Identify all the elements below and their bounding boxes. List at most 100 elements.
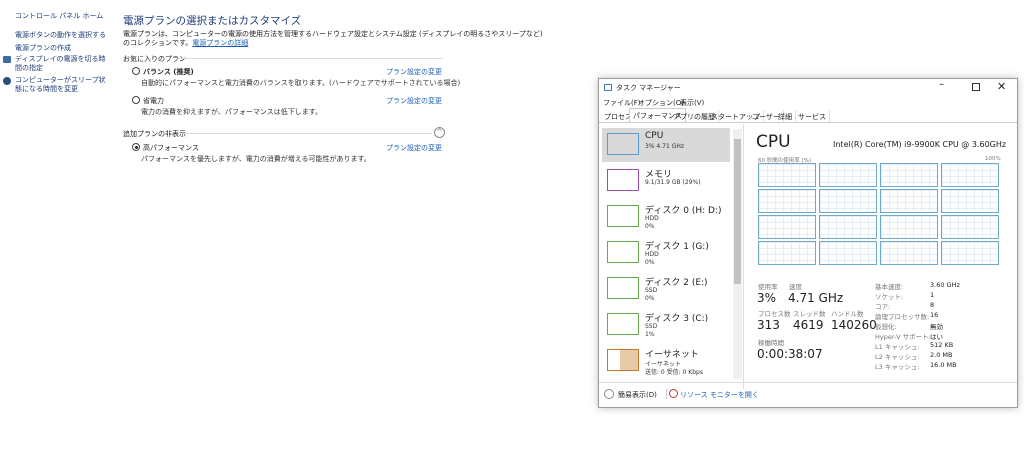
core-graph xyxy=(941,163,999,187)
pane-divider xyxy=(743,124,744,389)
change-plan-link-saver[interactable]: プラン設定の変更 xyxy=(386,96,442,106)
resource-thumbnail xyxy=(607,169,639,191)
resource-item[interactable]: CPU 3% 4.71 GHz xyxy=(602,128,730,162)
spec-label: ソケット: xyxy=(875,293,904,301)
resource-monitor-icon xyxy=(669,389,678,398)
resource-item[interactable]: イーサネット イーサネット 送信: 0 受信: 0 Kbps xyxy=(602,344,730,378)
radio-balanced[interactable] xyxy=(132,67,140,75)
resource-thumbnail xyxy=(607,241,639,263)
spec-value: 512 KB xyxy=(930,341,954,349)
divider xyxy=(599,382,1017,383)
change-plan-link-high[interactable]: プラン設定の変更 xyxy=(386,143,442,153)
resource-sub2: 送信: 0 受信: 0 Kbps xyxy=(645,369,703,376)
display-icon xyxy=(3,56,11,63)
core-graph xyxy=(880,189,938,213)
divider xyxy=(178,58,443,59)
plan-desc: 電力の消費を抑えますが、パフォーマンスは低下します。 xyxy=(141,108,323,116)
plan-details-link[interactable]: 電源プランの詳細 xyxy=(192,39,248,47)
maximize-button[interactable] xyxy=(972,83,980,91)
resource-monitor-link[interactable]: リソース モニターを開く xyxy=(680,390,759,400)
sidebar-item-power-button[interactable]: 電源ボタンの動作を選択する xyxy=(15,30,106,40)
spec-value: 3.60 GHz xyxy=(930,281,960,289)
spec-value: はい xyxy=(930,333,943,341)
core-graph xyxy=(758,215,816,239)
resource-item[interactable]: メモリ 9.1/31.9 GB (29%) xyxy=(602,164,730,198)
core-graph xyxy=(819,241,877,265)
close-button[interactable]: ✕ xyxy=(997,80,1006,93)
page-title: 電源プランの選択またはカスタマイズ xyxy=(123,15,302,27)
task-manager-window: タスク マネージャー – ✕ ファイル(F) オプション(O) 表示(V) プロ… xyxy=(598,78,1018,408)
sidebar-item-create-plan[interactable]: 電源プランの作成 xyxy=(15,43,71,53)
plan-name: 高パフォーマンス xyxy=(143,144,199,152)
spec-value: 16.0 MB xyxy=(930,361,957,369)
resource-thumbnail xyxy=(607,133,639,155)
plan-high-performance[interactable]: 高パフォーマンス xyxy=(132,143,199,153)
uptime-value: 0:00:38:07 xyxy=(757,347,823,361)
resource-sub: HDD xyxy=(645,215,659,222)
menu-options[interactable]: オプション(O) xyxy=(638,98,684,108)
hidden-plans-header: 追加プランの非表示 xyxy=(123,130,186,138)
resource-sub: SSD xyxy=(645,323,658,330)
spec-label: Hyper-V サポート: xyxy=(875,333,931,341)
menu-view[interactable]: 表示(V) xyxy=(680,98,704,108)
spec-value: 2.0 MB xyxy=(930,351,953,359)
sidebar-item-display-off[interactable]: ディスプレイの電源を切る時間の指定 xyxy=(15,55,107,73)
resource-item[interactable]: ディスク 2 (E:) SSD 0% xyxy=(602,272,730,306)
resource-sub2: 0% xyxy=(645,295,655,302)
control-panel-home-link[interactable]: コントロール パネル ホーム xyxy=(15,11,103,21)
resource-item[interactable]: ディスク 1 (G:) HDD 0% xyxy=(602,236,730,270)
threads-label: スレッド数 xyxy=(793,310,826,318)
graph-max: 100% xyxy=(985,156,1001,162)
speed-label: 速度 xyxy=(789,283,802,291)
handles-label: ハンドル数 xyxy=(831,310,864,318)
core-graph xyxy=(880,163,938,187)
resource-thumbnail xyxy=(607,277,639,299)
resource-item[interactable]: ディスク 3 (C:) SSD 1% xyxy=(602,308,730,342)
spec-label: 仮想化: xyxy=(875,323,897,331)
scrollbar[interactable] xyxy=(733,129,742,379)
cpu-heading: CPU xyxy=(756,132,791,152)
spec-value: 1 xyxy=(930,291,935,299)
change-plan-link-balanced[interactable]: プラン設定の変更 xyxy=(386,67,442,77)
core-graph xyxy=(819,215,877,239)
core-graph xyxy=(941,189,999,213)
plan-balanced[interactable]: バランス (推奨) xyxy=(132,67,194,77)
core-graph xyxy=(941,241,999,265)
plan-name: 省電力 xyxy=(143,97,164,105)
resource-thumbnail xyxy=(607,349,639,371)
processes-value: 313 xyxy=(757,318,780,332)
core-graph xyxy=(941,215,999,239)
resource-sub: HDD xyxy=(645,251,659,258)
plan-power-saver[interactable]: 省電力 xyxy=(132,96,164,106)
resource-thumbnail xyxy=(607,313,639,335)
resource-item[interactable]: ディスク 0 (H: D:) HDD 0% xyxy=(602,200,730,234)
sidebar-item-sleep[interactable]: コンピューターがスリープ状態になる時間を変更 xyxy=(15,76,107,94)
radio-high-performance[interactable] xyxy=(132,143,140,151)
spec-value: 8 xyxy=(930,301,935,309)
spec-label: L3 キャッシュ: xyxy=(875,363,920,371)
processes-label: プロセス数 xyxy=(758,310,791,318)
menu-file[interactable]: ファイル(F) xyxy=(603,98,641,108)
collapse-icon[interactable] xyxy=(604,389,614,399)
resource-thumbnail xyxy=(607,205,639,227)
description-2: のコレクションです。電源プランの詳細 xyxy=(123,38,248,48)
usage-label: 使用率 xyxy=(758,283,778,291)
spec-value: 無効 xyxy=(930,323,943,331)
fewer-details-button[interactable]: 簡易表示(D) xyxy=(618,390,657,400)
scrollbar-thumb[interactable] xyxy=(734,139,741,284)
resource-sub: 3% 4.71 GHz xyxy=(645,143,685,150)
spec-label: 基本速度: xyxy=(875,283,904,291)
tab-details[interactable]: 詳細 xyxy=(775,110,796,122)
tab-services[interactable]: サービス xyxy=(795,110,830,122)
minimize-button[interactable]: – xyxy=(939,79,944,90)
core-graph xyxy=(819,163,877,187)
core-graph xyxy=(758,241,816,265)
spec-value: 16 xyxy=(930,311,939,319)
collapse-chevron-icon[interactable]: ^ xyxy=(434,127,445,138)
divider xyxy=(666,389,667,399)
resource-sub: SSD xyxy=(645,287,658,294)
plan-desc: 自動的にパフォーマンスと電力消費のバランスを取ります。(ハードウェアでサポートさ… xyxy=(141,79,461,87)
speed-value: 4.71 GHz xyxy=(788,291,844,305)
core-graph xyxy=(880,241,938,265)
radio-power-saver[interactable] xyxy=(132,96,140,104)
